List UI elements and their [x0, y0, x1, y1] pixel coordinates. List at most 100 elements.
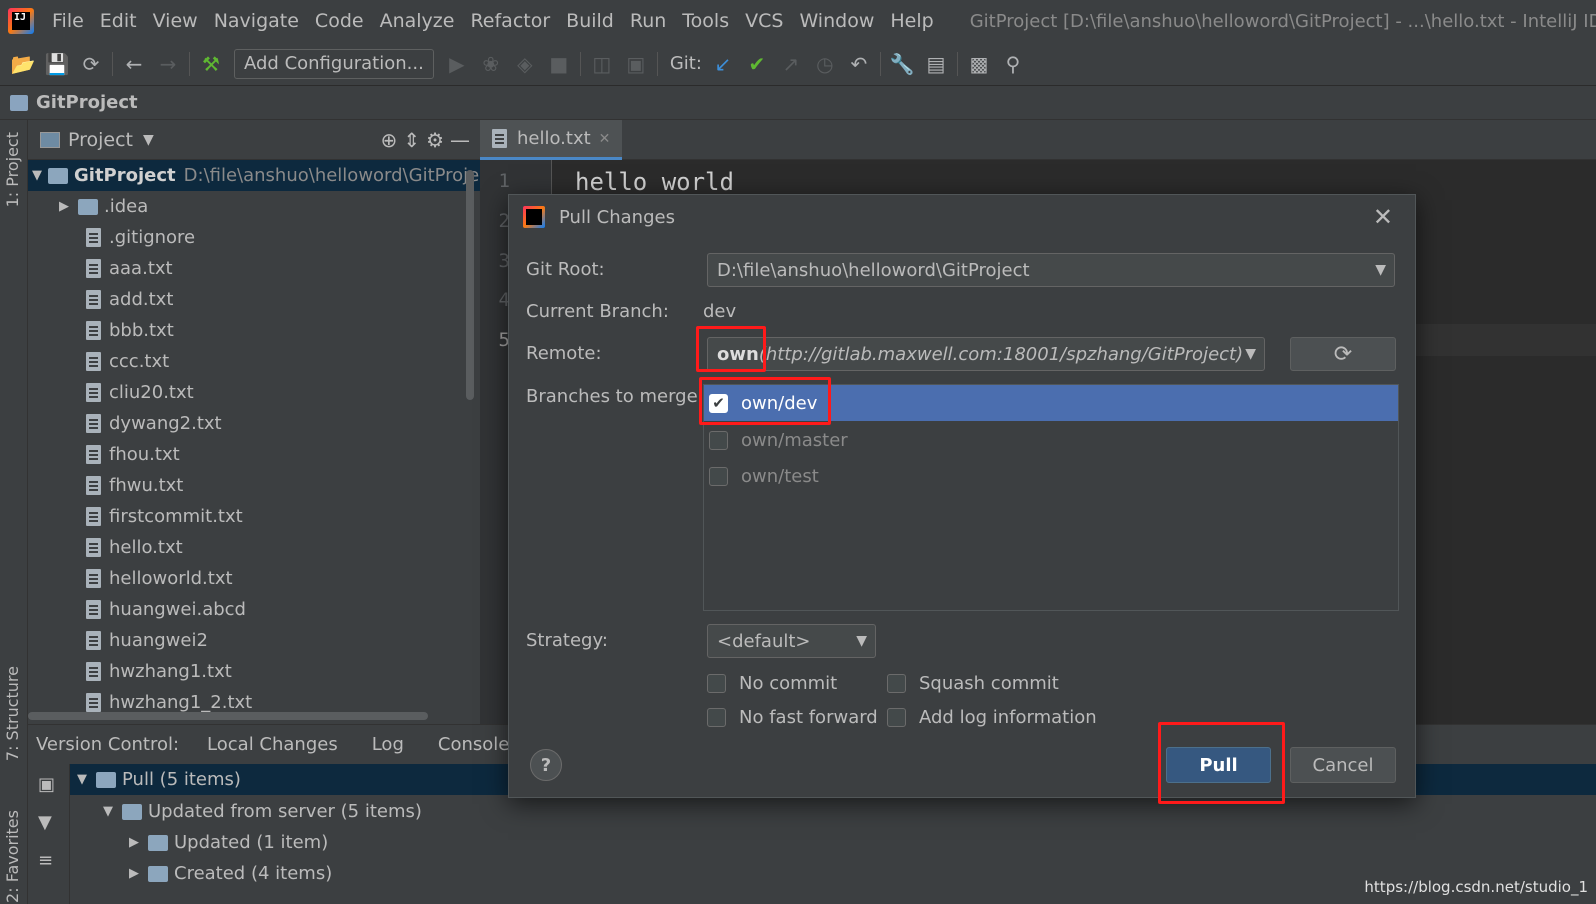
close-icon[interactable]: ✕	[599, 131, 611, 147]
expand-arrow-icon[interactable]: ▼	[74, 772, 90, 787]
refresh-branches-button[interactable]: ⟳	[1290, 337, 1396, 371]
git-commit-icon[interactable]: ✔	[740, 47, 774, 81]
git-history-icon[interactable]: ◷	[808, 47, 842, 81]
help-button[interactable]: ?	[530, 749, 562, 781]
locate-target-icon[interactable]: ⊕	[381, 128, 398, 152]
tree-item[interactable]: hwzhang1.txt	[28, 656, 480, 687]
vertical-scrollbar[interactable]	[466, 170, 474, 400]
tree-item[interactable]: firstcommit.txt	[28, 501, 480, 532]
expand-arrow-icon[interactable]: ▼	[100, 804, 116, 819]
tab-local-changes[interactable]: Local Changes	[207, 734, 338, 755]
project-tool-tab[interactable]: 1: Project	[3, 132, 22, 207]
tree-item[interactable]: cliu20.txt	[28, 377, 480, 408]
attach-debugger-icon[interactable]: ◫	[585, 47, 619, 81]
menu-window[interactable]: Window	[791, 10, 882, 32]
close-icon[interactable]: ✕	[1373, 203, 1393, 231]
cancel-button[interactable]: Cancel	[1290, 747, 1396, 783]
tree-item[interactable]: helloworld.txt	[28, 563, 480, 594]
debug-icon[interactable]: ❀	[474, 47, 508, 81]
menu-refactor[interactable]: Refactor	[462, 10, 558, 32]
add-log-information-checkbox[interactable]	[887, 708, 906, 727]
project-view-selector[interactable]: Project	[68, 129, 133, 151]
git-push-icon[interactable]: ↗	[774, 47, 808, 81]
synchronize-icon[interactable]: ⟳	[74, 47, 108, 81]
project-tree[interactable]: ▼ GitProject D:\file\anshuo\helloword\Gi…	[28, 160, 480, 724]
no-commit-checkbox[interactable]	[707, 674, 726, 693]
add-configuration-button[interactable]: Add Configuration...	[234, 48, 434, 79]
menu-vcs[interactable]: VCS	[737, 10, 791, 32]
menu-run[interactable]: Run	[622, 10, 674, 32]
collapsed-arrow-icon[interactable]: ▶	[126, 866, 142, 881]
expand-arrow-icon[interactable]: ▼	[32, 168, 42, 183]
branch-checkbox[interactable]	[709, 466, 728, 486]
gear-icon[interactable]: ⚙	[426, 128, 444, 152]
project-structure-icon[interactable]: ▤	[919, 47, 953, 81]
breadcrumb-project[interactable]: GitProject	[36, 92, 138, 113]
menu-file[interactable]: File	[44, 10, 92, 32]
tree-item[interactable]: huangwei.abcd	[28, 594, 480, 625]
tree-item[interactable]: huangwei2	[28, 625, 480, 656]
git-update-icon[interactable]: ↙	[706, 47, 740, 81]
back-arrow-icon[interactable]: ←	[117, 47, 151, 81]
coverage-icon[interactable]: ◈	[508, 47, 542, 81]
menu-view[interactable]: View	[145, 10, 206, 32]
hide-panel-icon[interactable]: —	[450, 128, 470, 152]
tree-item[interactable]: bbb.txt	[28, 315, 480, 346]
tree-row-created[interactable]: ▶ Created (4 items)	[126, 858, 332, 889]
tree-row-updated-from-server[interactable]: ▼ Updated from server (5 items)	[100, 796, 422, 827]
open-folder-icon[interactable]: 📂	[6, 47, 40, 81]
remote-dropdown[interactable]: own (http://gitlab.maxwell.com:18001/spz…	[707, 337, 1265, 371]
dialog-title-bar[interactable]: Pull Changes ✕	[509, 195, 1415, 239]
ant-build-icon[interactable]: ▣	[619, 47, 653, 81]
collapsed-arrow-icon[interactable]: ▶	[126, 835, 142, 850]
tree-item[interactable]: add.txt	[28, 284, 480, 315]
collapsed-arrow-icon[interactable]: ▶	[56, 199, 72, 214]
git-rollback-icon[interactable]: ↶	[842, 47, 876, 81]
tree-item[interactable]: aaa.txt	[28, 253, 480, 284]
branch-checkbox[interactable]	[709, 430, 728, 450]
terminal-icon[interactable]: ▩	[962, 47, 996, 81]
forward-arrow-icon[interactable]: →	[151, 47, 185, 81]
stop-icon[interactable]: ■	[542, 47, 576, 81]
no-fast-forward-option[interactable]: No fast forward	[707, 707, 878, 728]
search-icon[interactable]: ⚲	[996, 47, 1030, 81]
git-root-dropdown[interactable]: D:\file\anshuo\helloword\GitProject ▼	[707, 253, 1395, 287]
tree-item[interactable]: ▶ .idea	[28, 191, 480, 222]
menu-build[interactable]: Build	[558, 10, 622, 32]
group-by-icon[interactable]: ▣	[38, 774, 60, 795]
branch-item-own-test[interactable]: own/test	[704, 458, 1398, 494]
build-hammer-icon[interactable]: ⚒	[194, 47, 228, 81]
horizontal-scrollbar[interactable]	[28, 712, 428, 720]
collapse-all-icon[interactable]: ⇕	[403, 128, 420, 152]
no-fast-forward-checkbox[interactable]	[707, 708, 726, 727]
squash-commit-checkbox[interactable]	[887, 674, 906, 693]
tree-item[interactable]: fhwu.txt	[28, 470, 480, 501]
tree-item[interactable]: fhou.txt	[28, 439, 480, 470]
tab-console[interactable]: Console	[438, 734, 509, 755]
menu-help[interactable]: Help	[882, 10, 941, 32]
tree-root[interactable]: ▼ GitProject D:\file\anshuo\helloword\Gi…	[28, 160, 480, 191]
menu-edit[interactable]: Edit	[92, 10, 145, 32]
strategy-dropdown[interactable]: <default> ▼	[707, 624, 876, 658]
branch-item-own-master[interactable]: own/master	[704, 422, 1398, 458]
menu-code[interactable]: Code	[307, 10, 372, 32]
expand-all-icon[interactable]: ≡	[38, 850, 60, 871]
menu-analyze[interactable]: Analyze	[372, 10, 463, 32]
tree-row-updated[interactable]: ▶ Updated (1 item)	[126, 827, 328, 858]
no-commit-option[interactable]: No commit	[707, 673, 837, 694]
editor-tab-hello-txt[interactable]: hello.txt ✕	[480, 120, 622, 160]
run-icon[interactable]: ▶	[440, 47, 474, 81]
menu-navigate[interactable]: Navigate	[206, 10, 307, 32]
settings-wrench-icon[interactable]: 🔧	[885, 47, 919, 81]
tab-log[interactable]: Log	[372, 734, 404, 755]
tree-item[interactable]: hello.txt	[28, 532, 480, 563]
filter-icon[interactable]: ▼	[38, 812, 60, 833]
favorites-tool-tab[interactable]: 2: Favorites	[3, 810, 22, 903]
tree-item[interactable]: dywang2.txt	[28, 408, 480, 439]
squash-commit-option[interactable]: Squash commit	[887, 673, 1059, 694]
menu-tools[interactable]: Tools	[674, 10, 737, 32]
tree-item[interactable]: .gitignore	[28, 222, 480, 253]
structure-tool-tab[interactable]: 7: Structure	[3, 666, 22, 761]
tree-item[interactable]: ccc.txt	[28, 346, 480, 377]
add-log-information-option[interactable]: Add log information	[887, 707, 1097, 728]
